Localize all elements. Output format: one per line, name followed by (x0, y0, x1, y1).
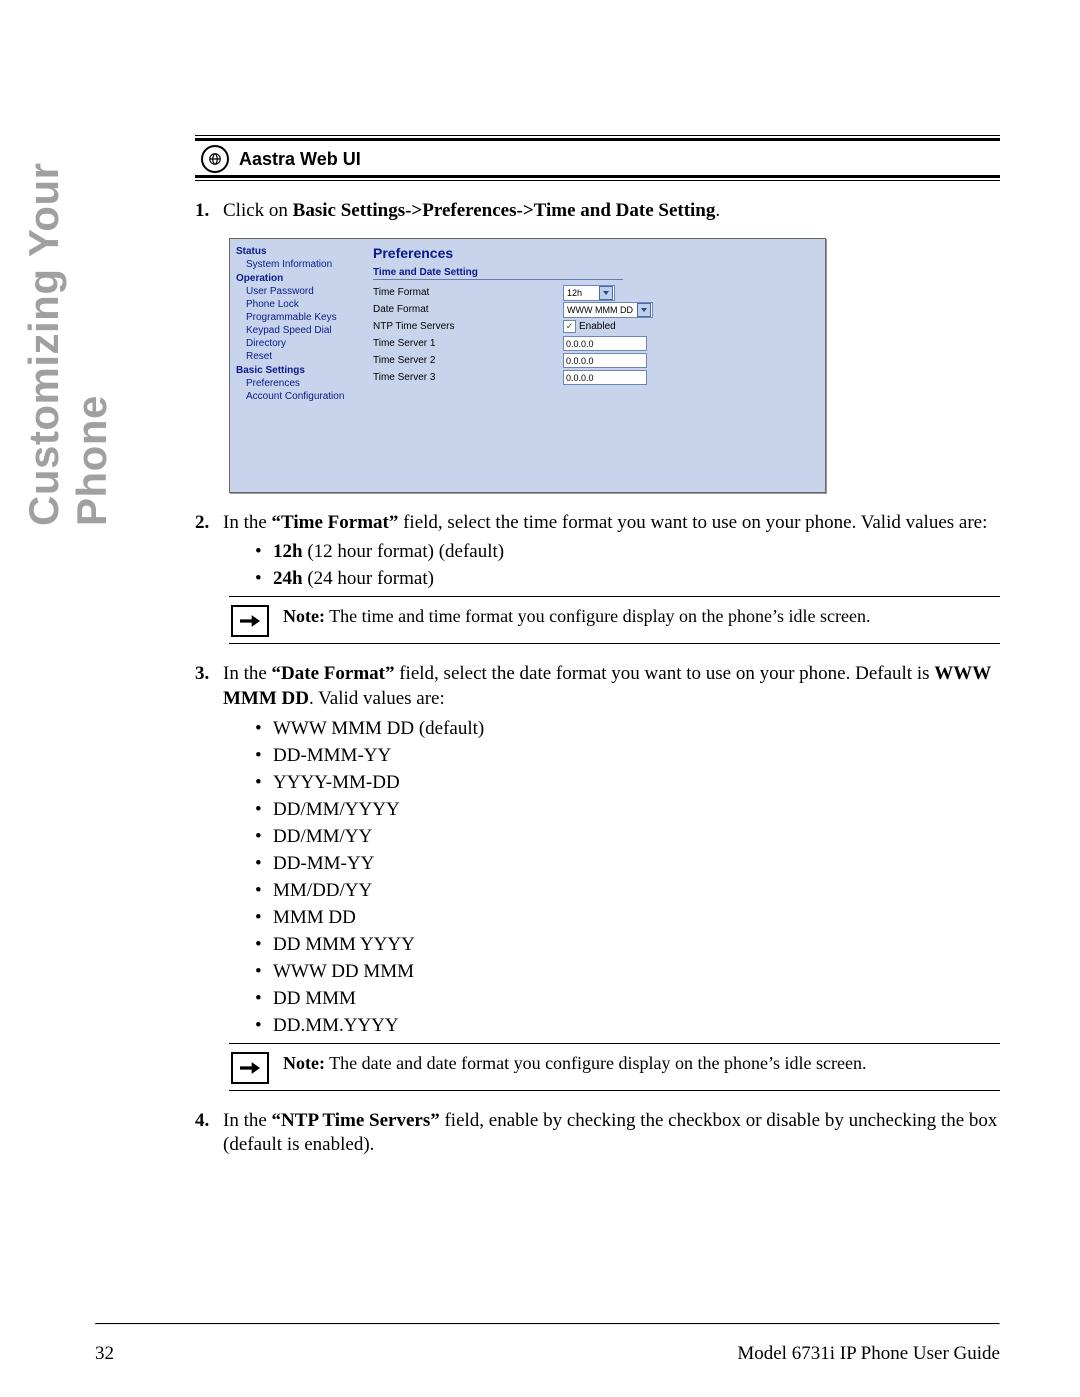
list-item: DD MMM (255, 988, 1000, 1010)
nav-reset[interactable]: Reset (246, 351, 361, 362)
step-2: 2. In the “Time Format” field, select th… (195, 511, 1000, 536)
nav-phone-lock[interactable]: Phone Lock (246, 299, 361, 310)
list-item: WWW MMM DD (default) (255, 718, 1000, 740)
step-3: 3. In the “Date Format” field, select th… (195, 662, 1000, 711)
webui-label: Aastra Web UI (239, 149, 361, 170)
side-section-title: Customizing Your Phone (20, 86, 116, 526)
chevron-down-icon (599, 286, 613, 300)
list-item: YYYY-MM-DD (255, 772, 1000, 794)
list-item: DD.MM.YYYY (255, 1015, 1000, 1037)
list-item: MM/DD/YY (255, 880, 1000, 902)
panel-title: Preferences (373, 245, 817, 261)
list-item: DD MMM YYYY (255, 934, 1000, 956)
list-item: DD/MM/YYYY (255, 799, 1000, 821)
note-time-format: Note: The time and time format you confi… (229, 596, 1000, 644)
chevron-down-icon (637, 303, 651, 317)
arrow-right-icon (231, 1052, 269, 1084)
nav-sidebar: Status System Information Operation User… (230, 239, 365, 492)
date-format-values: WWW MMM DD (default) DD-MMM-YY YYYY-MM-DD D… (255, 718, 1000, 1037)
ts2-input[interactable]: 0.0.0.0 (563, 353, 647, 368)
ntp-enabled-text: Enabled (579, 321, 616, 332)
list-item: DD/MM/YY (255, 826, 1000, 848)
list-item: DD-MM-YY (255, 853, 1000, 875)
nav-preferences[interactable]: Preferences (246, 378, 361, 389)
note-date-format: Note: The date and date format you confi… (229, 1043, 1000, 1091)
footer-rule (95, 1323, 1000, 1325)
nav-speed-dial[interactable]: Keypad Speed Dial (246, 325, 361, 336)
time-format-select[interactable]: 12h (563, 285, 615, 301)
nav-system-info[interactable]: System Information (246, 259, 361, 270)
ts3-label: Time Server 3 (373, 372, 563, 383)
nav-prog-keys[interactable]: Programmable Keys (246, 312, 361, 323)
nav-directory[interactable]: Directory (246, 338, 361, 349)
guide-title: Model 6731i IP Phone User Guide (737, 1343, 1000, 1365)
nav-user-password[interactable]: User Password (246, 286, 361, 297)
ts1-input[interactable]: 0.0.0.0 (563, 336, 647, 351)
page-number: 32 (95, 1343, 114, 1365)
date-format-label: Date Format (373, 304, 563, 315)
ts1-label: Time Server 1 (373, 338, 563, 349)
list-item: MMM DD (255, 907, 1000, 929)
arrow-right-icon (231, 605, 269, 637)
list-item: DD-MMM-YY (255, 745, 1000, 767)
time-format-values: 12h (12 hour format) (default) 24h (24 h… (255, 541, 1000, 590)
nav-account-config[interactable]: Account Configuration (246, 391, 361, 402)
step-1: 1. Click on Basic Settings->Preferences-… (195, 199, 1000, 224)
ntp-label: NTP Time Servers (373, 321, 563, 332)
ts3-input[interactable]: 0.0.0.0 (563, 370, 647, 385)
preferences-screenshot: Status System Information Operation User… (229, 238, 1000, 493)
date-format-select[interactable]: WWW MMM DD (563, 302, 653, 318)
globe-icon (201, 145, 229, 173)
section-heading: Time and Date Setting (373, 267, 623, 280)
nav-status[interactable]: Status (236, 246, 361, 257)
nav-operation[interactable]: Operation (236, 273, 361, 284)
time-format-label: Time Format (373, 287, 563, 298)
webui-header: Aastra Web UI (195, 135, 1000, 181)
nav-basic-settings[interactable]: Basic Settings (236, 365, 361, 376)
ts2-label: Time Server 2 (373, 355, 563, 366)
list-item: WWW DD MMM (255, 961, 1000, 983)
ntp-checkbox[interactable] (563, 320, 576, 333)
step-4: 4. In the “NTP Time Servers” field, enab… (195, 1109, 1000, 1158)
